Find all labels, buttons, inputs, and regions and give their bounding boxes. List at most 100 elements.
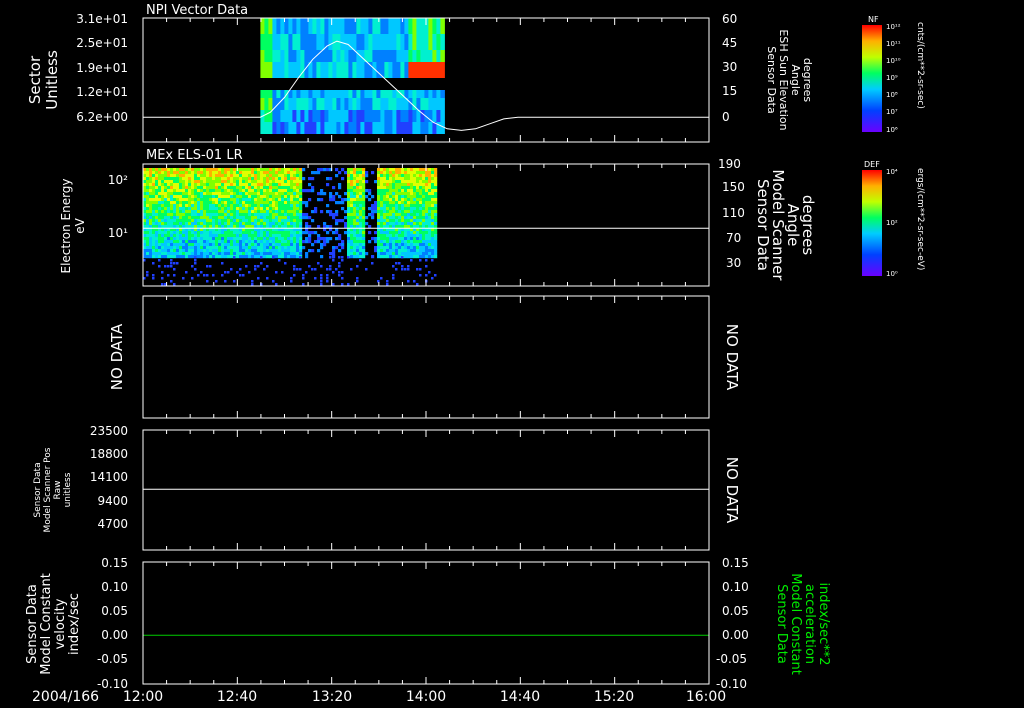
heat-cell — [257, 171, 261, 175]
heat-cell — [218, 183, 222, 187]
heat-cell — [413, 255, 417, 259]
heat-cell — [269, 252, 273, 256]
heat-cell — [257, 207, 261, 211]
heat-cell — [260, 90, 265, 98]
heat-cell — [401, 207, 405, 211]
heat-cell — [167, 183, 171, 187]
heat-cell — [272, 122, 277, 134]
heat-cell — [428, 240, 432, 244]
tick-label: 0.10 — [101, 580, 128, 594]
heat-cell — [299, 198, 303, 202]
heat-cell — [416, 240, 420, 244]
heat-cell — [340, 110, 345, 122]
heat-cell — [353, 180, 357, 184]
heat-cell — [257, 216, 261, 220]
heat-cell — [275, 219, 279, 223]
heat-cell — [245, 246, 249, 250]
heat-cell — [419, 174, 423, 178]
heat-cell — [335, 219, 339, 223]
heat-cell — [287, 186, 291, 190]
heat-cell — [278, 243, 282, 247]
heat-cell — [348, 110, 353, 122]
heat-cell — [227, 219, 231, 223]
heat-cell — [170, 186, 174, 190]
heat-cell — [356, 186, 360, 190]
heat-cell — [281, 180, 285, 184]
heat-cell — [404, 110, 409, 122]
heat-cell — [431, 201, 435, 205]
heat-cell — [239, 210, 243, 214]
heat-cell — [386, 216, 390, 220]
heat-cell — [425, 222, 429, 226]
heat-cell — [281, 174, 285, 178]
heat-cell — [221, 198, 225, 202]
heat-cell — [372, 90, 377, 98]
heat-cell — [320, 210, 324, 214]
heat-cell — [155, 204, 159, 208]
heat-cell — [263, 171, 267, 175]
heat-cell — [212, 186, 216, 190]
heat-cell — [377, 246, 381, 250]
heat-cell — [218, 240, 222, 244]
heat-cell — [424, 62, 429, 78]
heat-cell — [347, 213, 351, 217]
heat-cell — [182, 219, 186, 223]
heat-cell — [434, 231, 438, 235]
heat-cell — [329, 210, 333, 214]
heat-cell — [248, 174, 252, 178]
heat-cell — [221, 189, 225, 193]
heat-cell — [182, 234, 186, 238]
heat-cell — [221, 240, 225, 244]
heat-cell — [299, 204, 303, 208]
heat-cell — [356, 240, 360, 244]
heat-cell — [396, 122, 401, 134]
heat-cell — [299, 174, 303, 178]
heat-cell — [251, 174, 255, 178]
heat-cell — [407, 210, 411, 214]
heat-cell — [419, 171, 423, 175]
heat-cell — [353, 171, 357, 175]
heat-cell — [209, 204, 213, 208]
heat-cell — [236, 246, 240, 250]
heat-cell — [230, 213, 234, 217]
heat-cell — [372, 18, 377, 34]
heat-cell — [191, 240, 195, 244]
heat-cell — [188, 168, 192, 172]
heat-cell — [299, 210, 303, 214]
heat-cell — [380, 213, 384, 217]
heat-cell — [287, 231, 291, 235]
heat-cell — [372, 98, 377, 110]
heat-cell — [395, 219, 399, 223]
panel2-right-ticks: 190 150 110 70 30 — [718, 157, 745, 270]
heat-cell — [388, 62, 393, 78]
heat-cell — [308, 183, 312, 187]
heat-cell — [242, 252, 246, 256]
heat-cell — [419, 198, 423, 202]
heat-cell — [146, 195, 150, 199]
tick-label: 0.05 — [722, 604, 749, 618]
heat-cell — [269, 213, 273, 217]
heat-cell — [164, 243, 168, 247]
heat-cell — [350, 174, 354, 178]
heat-cell — [161, 219, 165, 223]
heat-cell — [155, 213, 159, 217]
heat-cell — [428, 210, 432, 214]
heat-cell — [191, 201, 195, 205]
heat-cell — [227, 231, 231, 235]
heat-cell — [398, 186, 402, 190]
heat-cell — [158, 186, 162, 190]
heat-cell — [260, 246, 264, 250]
heat-cell — [419, 255, 423, 259]
heat-cell — [230, 192, 234, 196]
heat-cell — [413, 246, 417, 250]
heat-cell — [336, 18, 341, 34]
heat-cell — [209, 249, 213, 253]
heat-cell — [332, 216, 336, 220]
heat-cell — [356, 195, 360, 199]
heat-cell — [359, 174, 363, 178]
heat-cell — [428, 62, 433, 78]
heat-cell — [254, 255, 258, 259]
heat-cell — [173, 207, 177, 211]
heat-cell — [428, 207, 432, 211]
heat-cell — [191, 243, 195, 247]
